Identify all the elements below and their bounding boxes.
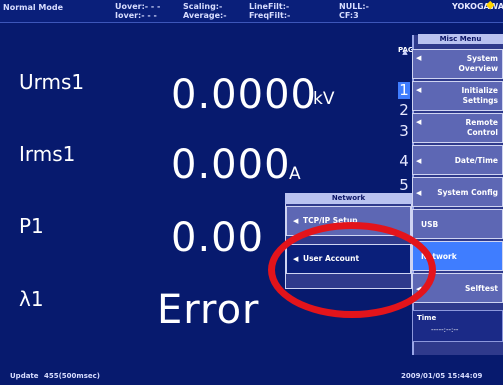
menu-item-label: System [466,54,498,63]
menu-item-system-overview[interactable]: ◀ System Overview [412,49,503,79]
menu-item-label: Network [421,252,457,261]
menu-item-usb[interactable]: USB [412,209,503,239]
menu-item-sublabel: Settings [462,96,498,105]
time-display: Time -----:--:-- [412,310,503,342]
menu-item-label: System Config [437,188,498,197]
time-label: Time [417,314,437,322]
menu-arrow-icon: ◀ [416,157,422,165]
menu-item-label: Date/Time [454,156,498,165]
tcpip-setup-label: TCP/IP Setup [303,216,358,225]
menu-item-selftest[interactable]: ◀ Selftest [412,273,503,303]
menu-arrow-icon: ◀ [416,285,422,293]
menu-arrow-icon: ◀ [416,189,422,197]
menu-item-label: Remote [465,118,498,127]
p-value: 0.00 [171,215,265,261]
menu-item-sublabel: Control [466,128,498,137]
datetime-display: 2009/01/05 15:44:09 [401,372,483,380]
user-account-label: User Account [303,254,360,263]
urms-unit: kV [313,89,335,109]
bottom-status-bar: Update 455(500msec) 2009/01/05 15:44:09 [0,368,503,385]
menu-arrow-icon: ◀ [293,217,299,225]
crest-factor-indicator: CF:3 [339,11,359,20]
page-number-3[interactable]: 3 [398,123,410,140]
menu-item-label: Selftest [464,284,498,293]
menu-arrow-icon: ◀ [416,86,422,94]
brand-diamond-icon: ◆ [486,0,495,11]
menu-item-label: USB [421,220,439,229]
tcpip-setup-button[interactable]: ◀ TCP/IP Setup [286,206,411,236]
menu-item-remote-control[interactable]: ◀ Remote Control [412,113,503,143]
page-number-2[interactable]: 2 [398,102,410,119]
menu-item-label: Initialize [461,86,498,95]
page-number-1[interactable]: 1 [398,82,410,99]
menu-arrow-icon: ◀ [416,54,422,62]
irms-unit: A [289,164,301,184]
average-indicator: Average:- [183,11,227,20]
iover-indicator: Iover:- - - [115,11,157,20]
page-number-4[interactable]: 4 [398,153,410,170]
page-up-arrow-icon[interactable]: ▲ [400,49,410,56]
user-account-button[interactable]: ◀ User Account [286,244,411,274]
urms-label: Urms1 [19,70,85,94]
urms-value: 0.0000 [171,72,317,118]
update-count: 455(500msec) [44,372,100,380]
misc-menu-title: Misc Menu [418,34,503,44]
page-number-5[interactable]: 5 [398,177,410,194]
menu-item-initialize-settings[interactable]: ◀ Initialize Settings [412,81,503,111]
freq-filter-indicator: FreqFilt:- [249,11,291,20]
irms-label: Irms1 [19,142,76,166]
menu-item-date-time[interactable]: ◀ Date/Time [412,145,503,175]
menu-item-system-config[interactable]: ◀ System Config [412,177,503,207]
update-label: Update [10,372,39,380]
status-bar: Normal Mode Uover:- - - Iover:- - - Scal… [0,0,503,23]
mode-indicator: Normal Mode [3,3,64,12]
irms-value: 0.000 [171,142,291,188]
lambda-value: Error [157,287,260,333]
time-value: -----:--:-- [431,326,459,334]
menu-item-sublabel: Overview [458,64,498,73]
menu-item-network[interactable]: Network [412,241,503,271]
lambda-label: λ1 [19,287,44,311]
menu-arrow-icon: ◀ [293,255,299,263]
p-label: P1 [19,214,44,238]
network-submenu-title: Network [285,193,412,204]
menu-arrow-icon: ◀ [416,118,422,126]
